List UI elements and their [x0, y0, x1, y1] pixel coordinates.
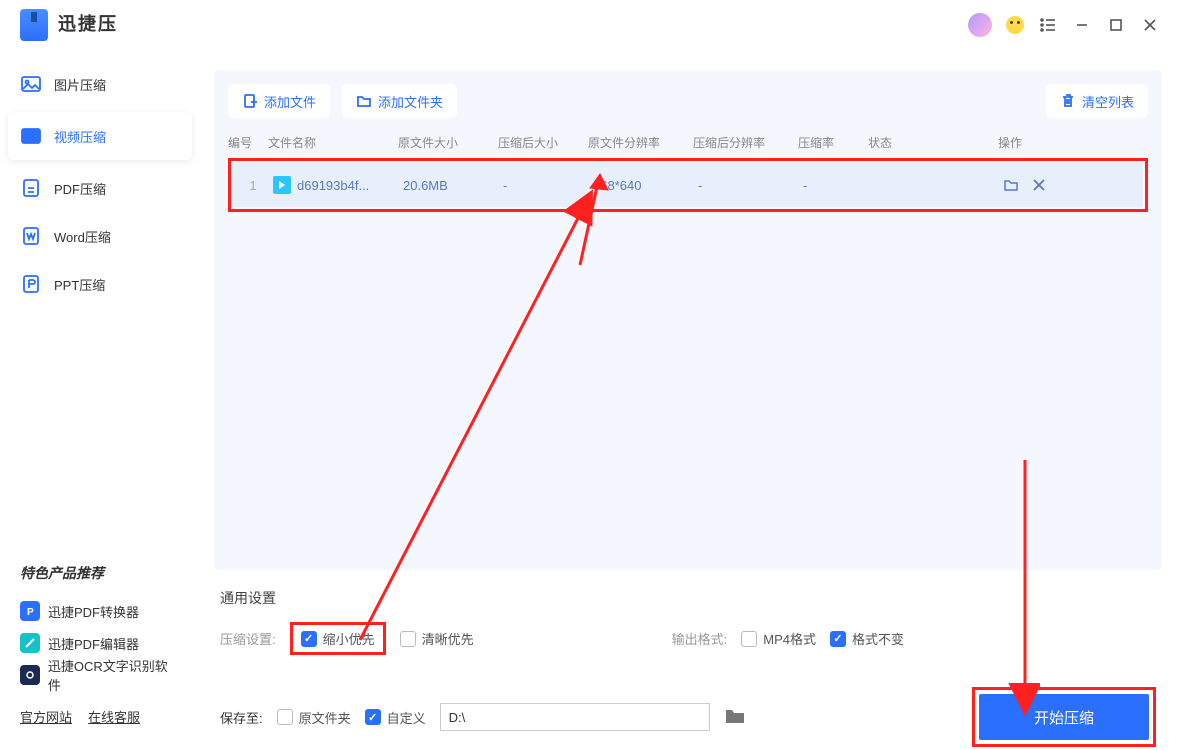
sidebar-item-ppt-compress[interactable]: PPT压缩: [0, 260, 200, 308]
sidebar-item-label: PDF压缩: [54, 179, 106, 198]
option-label: 自定义: [387, 708, 426, 727]
minimize-button[interactable]: [1072, 15, 1092, 35]
pdf-icon: [20, 177, 42, 199]
general-settings: 通用设置 压缩设置: 缩小优先 清晰优先 输出格式: MP4: [214, 584, 1162, 669]
app-title: 迅捷压: [58, 15, 118, 35]
option-mp4-format[interactable]: MP4格式: [741, 629, 816, 648]
sidebar-item-label: 视频压缩: [54, 127, 106, 146]
highlight-box-row: 1 d69193b4f... 20.6MB - 368*640 - -: [228, 158, 1148, 212]
start-label: 开始压缩: [1034, 707, 1094, 728]
checkbox-icon: [277, 709, 293, 725]
sidebar-item-label: Word压缩: [54, 227, 111, 246]
sidebar-item-word-compress[interactable]: Word压缩: [0, 212, 200, 260]
cell-name: d69193b4f...: [273, 176, 403, 194]
video-icon: [20, 125, 42, 147]
promo-label: 迅捷PDF转换器: [48, 602, 139, 621]
col-orig-res: 原文件分辨率: [588, 134, 693, 151]
promo-label: 迅捷OCR文字识别软件: [48, 656, 180, 694]
promo-label: 迅捷PDF编辑器: [48, 634, 139, 653]
col-status: 状态: [868, 134, 998, 151]
emoji-icon[interactable]: [1006, 16, 1024, 34]
sidebar: 图片压缩 视频压缩 PDF压缩 Word压缩 PPT压缩: [0, 50, 200, 750]
add-file-label: 添加文件: [264, 92, 316, 111]
checkbox-icon: [400, 631, 416, 647]
option-size-priority[interactable]: 缩小优先: [290, 622, 386, 655]
checkbox-icon: [365, 709, 381, 725]
add-folder-label: 添加文件夹: [378, 92, 443, 111]
open-folder-icon[interactable]: [1003, 177, 1019, 193]
sidebar-item-video-compress[interactable]: 视频压缩: [8, 112, 192, 160]
cell-comp-res: -: [698, 178, 803, 193]
app-logo-icon: [20, 9, 48, 41]
col-comp-res: 压缩后分辨率: [693, 134, 798, 151]
option-label: 格式不变: [852, 629, 904, 648]
promo-icon: P: [20, 601, 40, 621]
save-to-label: 保存至:: [220, 708, 263, 727]
clear-list-button[interactable]: 清空列表: [1046, 84, 1148, 118]
avatar[interactable]: [968, 13, 992, 37]
title-bar: 迅捷压: [0, 0, 1180, 50]
option-label: 缩小优先: [323, 629, 375, 648]
col-comp-size: 压缩后大小: [498, 134, 588, 151]
promo-item-pdf-converter[interactable]: P 迅捷PDF转换器: [20, 595, 180, 627]
promo-icon: [20, 665, 40, 685]
start-compress-button[interactable]: 开始压缩: [979, 694, 1149, 740]
option-clarity-priority[interactable]: 清晰优先: [400, 629, 474, 648]
maximize-button[interactable]: [1106, 15, 1126, 35]
sidebar-item-label: PPT压缩: [54, 275, 105, 294]
cell-orig-size: 20.6MB: [403, 178, 503, 193]
cell-ratio: -: [803, 178, 873, 193]
checkbox-icon: [830, 631, 846, 647]
save-path-input[interactable]: [440, 703, 710, 731]
option-original-folder[interactable]: 原文件夹: [277, 708, 351, 727]
link-official-site[interactable]: 官方网站: [20, 707, 72, 726]
highlight-box-start: 开始压缩: [972, 687, 1156, 747]
promo-icon: [20, 633, 40, 653]
svg-text:P: P: [27, 607, 34, 617]
link-online-support[interactable]: 在线客服: [88, 707, 140, 726]
cell-idx: 1: [233, 178, 273, 193]
close-button[interactable]: [1140, 15, 1160, 35]
video-file-icon: [273, 176, 291, 194]
settings-title: 通用设置: [220, 588, 1156, 608]
ppt-icon: [20, 273, 42, 295]
clear-list-label: 清空列表: [1082, 92, 1134, 111]
file-panel: 添加文件 添加文件夹 清空列表 编号 文件名称: [214, 70, 1162, 570]
browse-folder-button[interactable]: [724, 706, 748, 728]
add-folder-button[interactable]: 添加文件夹: [342, 84, 457, 118]
content: 添加文件 添加文件夹 清空列表 编号 文件名称: [200, 50, 1180, 750]
table-header: 编号 文件名称 原文件大小 压缩后大小 原文件分辨率 压缩后分辨率 压缩率 状态…: [228, 126, 1148, 158]
col-orig-size: 原文件大小: [398, 134, 498, 151]
sidebar-item-pdf-compress[interactable]: PDF压缩: [0, 164, 200, 212]
promo-title: 特色产品推荐: [20, 563, 180, 583]
image-icon: [20, 73, 42, 95]
table-row[interactable]: 1 d69193b4f... 20.6MB - 368*640 - -: [233, 163, 1143, 207]
sidebar-item-label: 图片压缩: [54, 75, 106, 94]
col-ratio: 压缩率: [798, 134, 868, 151]
promo-item-ocr[interactable]: 迅捷OCR文字识别软件: [20, 659, 180, 691]
option-custom-folder[interactable]: 自定义: [365, 708, 426, 727]
cell-comp-size: -: [503, 178, 593, 193]
promo-item-pdf-editor[interactable]: 迅捷PDF编辑器: [20, 627, 180, 659]
option-label: 原文件夹: [299, 708, 351, 727]
checkbox-icon: [741, 631, 757, 647]
remove-row-icon[interactable]: [1031, 177, 1047, 193]
save-bar: 保存至: 原文件夹 自定义 开始压缩: [214, 687, 1162, 747]
cell-name-text: d69193b4f...: [297, 178, 369, 193]
cell-orig-res: 368*640: [593, 178, 698, 193]
col-ops: 操作: [998, 134, 1088, 151]
option-keep-format[interactable]: 格式不变: [830, 629, 904, 648]
output-format-label: 输出格式:: [672, 629, 728, 648]
option-label: 清晰优先: [422, 629, 474, 648]
checkbox-icon: [301, 631, 317, 647]
add-file-button[interactable]: 添加文件: [228, 84, 330, 118]
sidebar-item-image-compress[interactable]: 图片压缩: [0, 60, 200, 108]
promo-section: 特色产品推荐 P 迅捷PDF转换器 迅捷PDF编辑器 迅捷OCR文字识别软件: [0, 563, 200, 707]
option-label: MP4格式: [763, 629, 816, 648]
word-icon: [20, 225, 42, 247]
col-name: 文件名称: [268, 134, 398, 151]
col-idx: 编号: [228, 134, 268, 151]
list-view-icon[interactable]: [1038, 15, 1058, 35]
compress-settings-label: 压缩设置:: [220, 629, 276, 648]
